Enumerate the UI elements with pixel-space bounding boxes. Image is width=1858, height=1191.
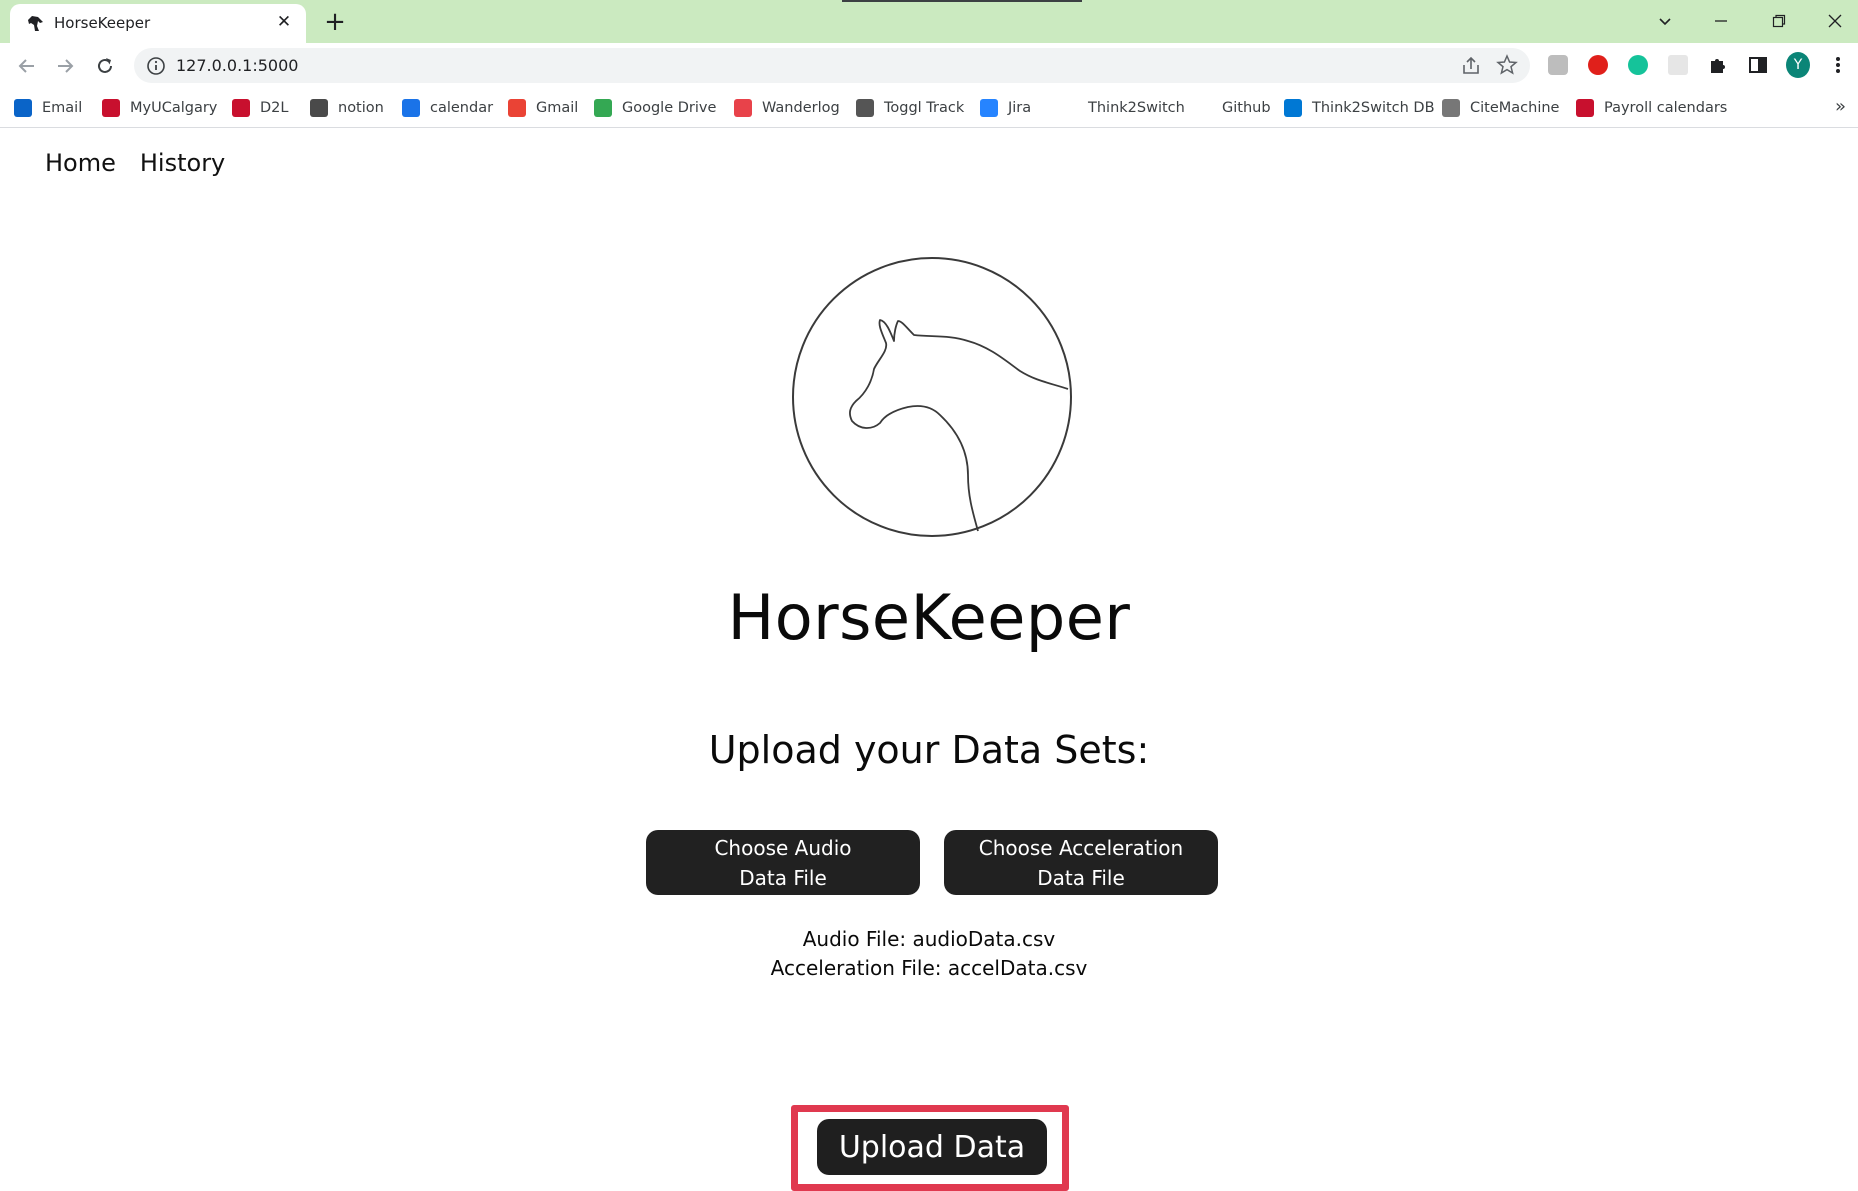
accel-button-label-line2: Data File	[1037, 865, 1125, 890]
extension-light-icon[interactable]	[1666, 53, 1690, 77]
upload-data-button[interactable]: Upload Data	[817, 1119, 1047, 1175]
bookmark-item[interactable]: MyUCalgary	[102, 95, 217, 121]
nav-home-link[interactable]: Home	[45, 149, 116, 177]
bookmark-item[interactable]: Gmail	[508, 95, 578, 121]
citemachine-icon	[1442, 99, 1460, 117]
bookmark-star-icon[interactable]	[1496, 54, 1518, 76]
reload-icon[interactable]	[90, 51, 120, 81]
tab-title: HorseKeeper	[54, 14, 151, 32]
notion-icon	[310, 99, 328, 117]
tab-strip: HorseKeeper ✕ +	[0, 0, 1858, 43]
bookmark-label: calendar	[430, 100, 494, 116]
app-title: HorseKeeper	[727, 581, 1131, 654]
share-icon[interactable]	[1460, 55, 1482, 77]
toggl-icon	[856, 99, 874, 117]
choose-acceleration-file-button[interactable]: Choose Acceleration Data File	[944, 830, 1218, 895]
bookmark-label: Jira	[1008, 100, 1032, 116]
bookmark-label: Google Drive	[622, 100, 717, 116]
ucalgary-crest-icon	[102, 99, 120, 117]
bookmark-item[interactable]: Jira	[980, 95, 1031, 121]
bookmark-item[interactable]: Toggl Track	[856, 95, 964, 121]
back-arrow-icon[interactable]	[12, 51, 42, 81]
bookmark-label: MyUCalgary	[130, 100, 218, 116]
extension-gray-icon[interactable]	[1546, 53, 1570, 77]
bookmark-label: CiteMachine	[1470, 100, 1560, 116]
bookmark-label: Toggl Track	[884, 100, 965, 116]
nav-history-link[interactable]: History	[140, 149, 225, 177]
ucalgary-crest-icon	[232, 99, 250, 117]
bookmark-label: Think2Switch	[1088, 100, 1185, 116]
google-calendar-icon	[402, 99, 420, 117]
bookmark-item[interactable]: Wanderlog	[734, 95, 840, 121]
new-tab-icon[interactable]: +	[320, 7, 350, 37]
top-nav: Home History	[45, 149, 225, 177]
bookmark-blank-icon	[1198, 99, 1212, 117]
profile-initial: Y	[1786, 52, 1810, 78]
side-panel-icon[interactable]	[1746, 53, 1770, 77]
active-tab[interactable]: HorseKeeper ✕	[10, 4, 306, 43]
bookmark-item[interactable]: Think2Switch DB	[1284, 95, 1435, 121]
bookmark-item[interactable]: Email	[14, 95, 82, 121]
address-bar[interactable]: 127.0.0.1:5000	[134, 48, 1530, 83]
bookmark-label: Github	[1222, 100, 1271, 116]
bookmark-label: Payroll calendars	[1604, 100, 1728, 116]
choose-audio-file-button[interactable]: Choose Audio Data File	[646, 830, 920, 895]
bookmark-item[interactable]: Think2Switch	[1064, 95, 1185, 121]
outlook-icon	[14, 99, 32, 117]
bookmark-item[interactable]: Github	[1198, 95, 1271, 121]
bookmark-item[interactable]: D2L	[232, 95, 288, 121]
gmail-icon	[508, 99, 526, 117]
tab-search-icon[interactable]	[1642, 6, 1688, 36]
browser-toolbar: 127.0.0.1:5000 Y	[0, 43, 1858, 88]
accel-file-status: Acceleration File: accelData.csv	[770, 956, 1088, 980]
tabstrip-indicator	[842, 0, 1082, 2]
bookmark-item[interactable]: Payroll calendars	[1576, 95, 1727, 121]
close-tab-icon[interactable]: ✕	[272, 10, 296, 34]
bookmark-item[interactable]: CiteMachine	[1442, 95, 1559, 121]
jira-icon	[980, 99, 998, 117]
profile-avatar[interactable]: Y	[1786, 52, 1810, 78]
bookmark-label: notion	[338, 100, 384, 116]
ucalgary-crest-icon	[1576, 99, 1594, 117]
adblock-icon[interactable]	[1586, 53, 1610, 77]
horse-logo-icon	[792, 257, 1072, 537]
page-content: Home History HorseKeeper Upload your Dat…	[0, 129, 1858, 1191]
google-drive-icon	[594, 99, 612, 117]
restore-icon[interactable]	[1756, 6, 1802, 36]
minimize-icon[interactable]	[1698, 6, 1744, 36]
bookmark-blank-icon	[1064, 99, 1078, 117]
bookmark-item[interactable]: notion	[310, 95, 384, 121]
accel-button-label-line1: Choose Acceleration	[978, 835, 1184, 860]
bookmarks-overflow-icon[interactable]: »	[1835, 96, 1846, 117]
bookmark-item[interactable]: calendar	[402, 95, 493, 121]
bookmarks-bar: » Email MyUCalgary D2L notion calendar Gmail G…	[0, 88, 1858, 128]
azure-icon	[1284, 99, 1302, 117]
horse-icon	[28, 16, 43, 31]
url-text[interactable]: 127.0.0.1:5000	[176, 56, 298, 75]
bookmark-label: Email	[42, 100, 83, 116]
grammarly-icon[interactable]	[1626, 53, 1650, 77]
bookmark-item[interactable]: Google Drive	[594, 95, 716, 121]
site-info-icon[interactable]	[146, 56, 166, 76]
close-window-icon[interactable]	[1812, 6, 1858, 36]
bookmark-label: D2L	[260, 100, 289, 116]
audio-button-label-line1: Choose Audio	[714, 835, 852, 860]
wanderlog-icon	[734, 99, 752, 117]
upload-heading: Upload your Data Sets:	[708, 728, 1150, 772]
extensions-puzzle-icon[interactable]	[1706, 53, 1730, 77]
bookmark-label: Gmail	[536, 100, 579, 116]
audio-button-label-line2: Data File	[739, 865, 827, 890]
bookmark-label: Think2Switch DB	[1312, 100, 1435, 116]
bookmark-label: Wanderlog	[762, 100, 840, 116]
forward-arrow-icon[interactable]	[50, 51, 80, 81]
more-menu-icon[interactable]	[1826, 53, 1850, 77]
audio-file-status: Audio File: audioData.csv	[802, 927, 1056, 951]
